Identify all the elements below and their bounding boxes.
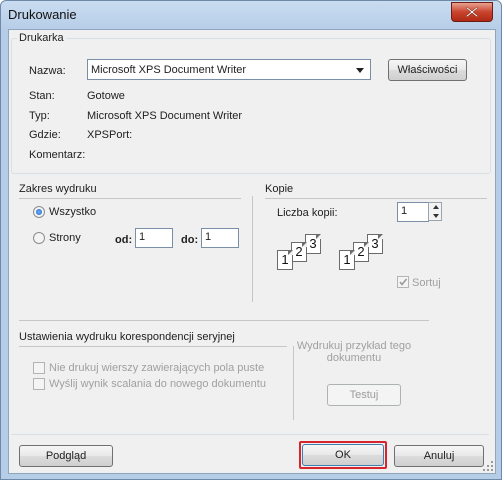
range-copies-divider — [252, 196, 253, 302]
title-bar[interactable]: Drukowanie — [1, 1, 501, 29]
check-icon — [399, 278, 408, 286]
collate-pages-icon: 3 2 1 — [277, 234, 327, 270]
spin-down-icon[interactable] — [429, 212, 443, 220]
printer-name-label: Nazwa: — [29, 65, 66, 77]
sample-print-line-2: dokumentu — [326, 352, 382, 364]
all-pages-label[interactable]: Wszystko — [49, 206, 96, 218]
properties-button[interactable]: Właściwości — [388, 59, 467, 81]
page-3-icon: 3 — [367, 234, 383, 254]
window-title: Drukowanie — [8, 7, 77, 22]
printer-name-value: Microsoft XPS Document Writer — [91, 64, 247, 76]
new-document-label[interactable]: Wyślij wynik scalania do nowego dokument… — [49, 378, 266, 390]
merge-divider — [293, 346, 294, 420]
close-icon — [466, 7, 478, 17]
where-value: XPSPort: — [87, 129, 133, 141]
collate-label[interactable]: Sortuj — [412, 277, 441, 289]
page-1-icon: 1 — [277, 250, 293, 270]
page-2-icon: 2 — [353, 242, 369, 262]
merge-settings-label: Ustawienia wydruku korespondencji seryjn… — [19, 331, 235, 343]
spin-up-icon[interactable] — [429, 203, 443, 211]
page-2-icon: 2 — [291, 242, 307, 262]
merge-top-separator — [19, 320, 429, 321]
printer-name-select[interactable]: Microsoft XPS Document Writer — [87, 59, 371, 80]
copies-separator — [265, 198, 487, 199]
preview-button[interactable]: Podgląd — [19, 445, 113, 467]
type-value: Microsoft XPS Document Writer — [87, 110, 243, 122]
all-pages-radio[interactable] — [33, 206, 45, 218]
from-page-input[interactable]: 1 — [135, 228, 173, 248]
from-label: od: — [115, 234, 133, 246]
sample-print-line-1: Wydrukuj przykład tego — [296, 340, 412, 352]
collate-checkbox[interactable] — [397, 276, 409, 288]
copies-label: Kopie — [265, 183, 294, 195]
printer-group-label: Drukarka — [17, 32, 66, 44]
resize-grip-icon[interactable] — [482, 460, 494, 472]
copy-count-spinner[interactable] — [428, 202, 442, 221]
range-separator — [19, 198, 241, 199]
page-3-icon: 3 — [305, 234, 321, 254]
status-value: Gotowe — [87, 90, 125, 102]
comment-label: Komentarz: — [29, 149, 86, 161]
page-1-icon: 1 — [339, 250, 355, 270]
sample-print-label: Wydrukuj przykład tego dokumentu — [295, 340, 413, 364]
new-document-checkbox[interactable] — [33, 378, 45, 390]
collate-pages-icon: 3 2 1 — [339, 234, 389, 270]
where-label: Gdzie: — [29, 129, 61, 141]
page-range-label[interactable]: Strony — [49, 232, 81, 244]
close-button[interactable] — [451, 2, 493, 22]
ok-button[interactable]: OK — [302, 444, 384, 466]
status-label: Stan: — [29, 90, 55, 102]
dropdown-arrow-icon — [356, 68, 364, 73]
cancel-button[interactable]: Anuluj — [394, 445, 484, 467]
page-range-radio[interactable] — [33, 232, 45, 244]
skip-empty-checkbox[interactable] — [33, 362, 45, 374]
skip-empty-label[interactable]: Nie drukuj wierszy zawierających pola pu… — [49, 362, 264, 374]
footer-separator — [11, 434, 489, 435]
to-page-input[interactable]: 1 — [201, 228, 239, 248]
to-label: do: — [181, 234, 199, 246]
copy-count-label: Liczba kopii: — [277, 207, 338, 219]
type-label: Typ: — [29, 110, 50, 122]
test-button[interactable]: Testuj — [327, 384, 401, 406]
merge-separator — [19, 346, 287, 347]
print-dialog-window: Drukowanie Drukarka Nazwa: Microsoft XPS… — [0, 0, 502, 480]
dialog-body: Drukarka Nazwa: Microsoft XPS Document W… — [8, 29, 496, 474]
print-range-label: Zakres wydruku — [19, 183, 97, 195]
copy-count-input[interactable]: 1 — [397, 202, 429, 222]
